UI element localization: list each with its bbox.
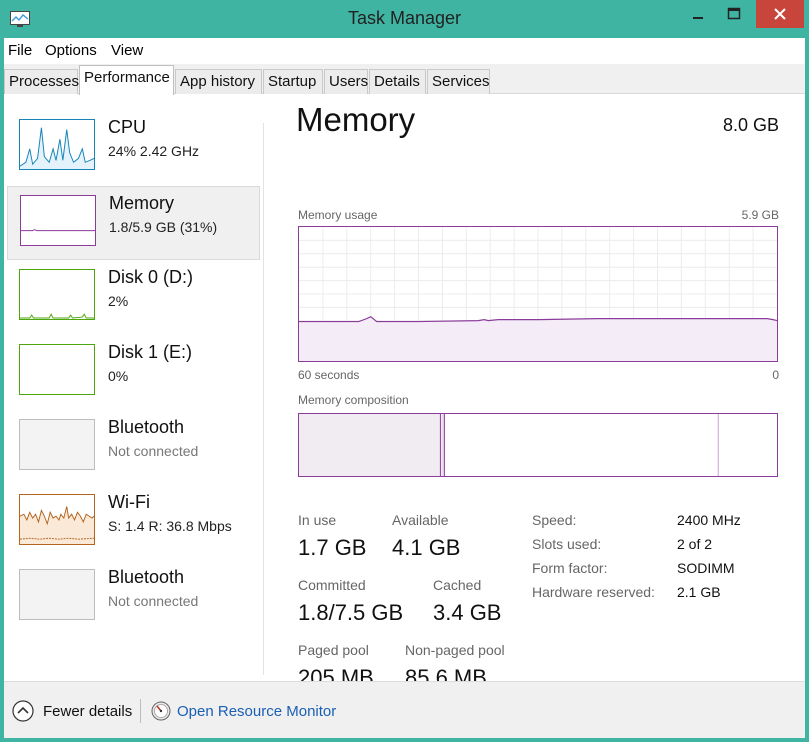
sidebar-item-subtext: 2%	[108, 293, 129, 309]
sidebar-item-subtext: 0%	[108, 368, 129, 384]
in-use-value: 1.7 GB	[298, 535, 367, 560]
title-bar[interactable]: Task Manager	[0, 0, 809, 38]
cpu-thumbnail-graph	[19, 119, 95, 170]
resource-monitor-icon	[151, 701, 171, 721]
menu-view[interactable]: View	[111, 42, 143, 59]
sidebar-item-memory[interactable]: Memory 1.8/5.9 GB (31%)	[7, 186, 260, 260]
speed-label: Speed:	[532, 512, 577, 528]
maximize-icon	[727, 7, 741, 20]
menu-bar: File Options View	[4, 38, 805, 64]
slots-used-label: Slots used:	[532, 536, 602, 552]
disk1-thumbnail-graph	[19, 344, 95, 395]
in-use-label: In use	[298, 512, 337, 528]
hardware-reserved-label: Hardware reserved:	[532, 584, 655, 600]
footer-bar: Fewer details Open Resource Monitor	[4, 681, 805, 738]
tab-bar: Processes Performance App history Startu…	[4, 64, 805, 95]
sidebar-item-bluetooth-1[interactable]: Bluetooth Not connected	[7, 411, 260, 485]
sidebar-item-label: Disk 0 (D:)	[108, 267, 193, 287]
sidebar-item-subtext: 1.8/5.9 GB (31%)	[109, 219, 218, 235]
sidebar-item-subtext: S: 1.4 R: 36.8 Mbps	[108, 518, 232, 534]
minimize-icon	[693, 17, 703, 19]
close-button[interactable]	[756, 0, 804, 28]
memory-thumbnail-graph	[20, 195, 96, 246]
committed-label: Committed	[298, 577, 366, 593]
cached-value: 3.4 GB	[433, 600, 502, 625]
available-value: 4.1 GB	[392, 535, 461, 560]
form-factor-label: Form factor:	[532, 560, 608, 576]
disk0-thumbnail-graph	[19, 269, 95, 320]
performance-panel: CPU 24% 2.42 GHz Memory 1.8/5.9 GB (31%)…	[4, 95, 805, 690]
sidebar-item-wifi[interactable]: Wi-Fi S: 1.4 R: 36.8 Mbps	[7, 486, 260, 560]
close-icon	[774, 8, 786, 20]
sidebar-item-label: Disk 1 (E:)	[108, 342, 193, 362]
speed-value: 2400 MHz	[677, 512, 741, 528]
memory-composition-bar[interactable]	[298, 413, 778, 477]
page-title: Memory	[296, 101, 416, 138]
client-area: File Options View Processes Performance …	[4, 38, 805, 738]
tab-details[interactable]: Details	[369, 69, 426, 94]
sidebar-item-cpu[interactable]: CPU 24% 2.42 GHz	[7, 111, 260, 185]
non-paged-pool-label: Non-paged pool	[405, 642, 505, 658]
tab-startup[interactable]: Startup	[263, 69, 323, 94]
sidebar-item-label: CPU	[108, 117, 147, 137]
wifi-thumbnail-graph	[19, 494, 95, 545]
sidebar-item-disk0[interactable]: Disk 0 (D:) 2%	[7, 261, 260, 335]
minimize-button[interactable]	[680, 0, 716, 28]
menu-options[interactable]: Options	[45, 42, 97, 59]
sidebar-item-label: Memory	[109, 193, 175, 213]
sidebar-item-subtext: Not connected	[108, 443, 199, 459]
memory-total: 8.0 GB	[722, 115, 779, 135]
slots-used-value: 2 of 2	[677, 536, 713, 552]
tab-users[interactable]: Users	[324, 69, 368, 94]
tab-processes[interactable]: Processes	[4, 69, 79, 94]
open-resource-monitor-link[interactable]: Open Resource Monitor	[177, 703, 336, 720]
tab-app-history[interactable]: App history	[175, 69, 262, 94]
graph-time-right: 0	[772, 368, 779, 382]
sidebar-divider[interactable]	[263, 123, 264, 675]
memory-usage-graph	[298, 226, 778, 362]
sidebar-item-disk1[interactable]: Disk 1 (E:) 0%	[7, 336, 260, 410]
graph-time-left: 60 seconds	[298, 368, 360, 382]
fewer-details-button[interactable]: Fewer details	[43, 703, 132, 720]
available-label: Available	[392, 512, 449, 528]
tab-performance[interactable]: Performance	[79, 65, 174, 95]
sidebar-item-label: Bluetooth	[108, 417, 185, 437]
sidebar-item-bluetooth-2[interactable]: Bluetooth Not connected	[7, 561, 260, 635]
menu-file[interactable]: File	[8, 42, 32, 59]
memory-usage-max: 5.9 GB	[741, 208, 779, 222]
sidebar-item-subtext: Not connected	[108, 593, 199, 609]
bluetooth-thumbnail	[19, 569, 95, 620]
sidebar-item-label: Wi-Fi	[108, 492, 150, 512]
committed-value: 1.8/7.5 GB	[298, 600, 404, 625]
task-manager-window: Task Manager File Options View Processes…	[0, 0, 809, 742]
bluetooth-thumbnail	[19, 419, 95, 470]
memory-usage-label: Memory usage	[298, 208, 378, 222]
tab-services[interactable]: Services	[427, 69, 490, 94]
paged-pool-label: Paged pool	[298, 642, 369, 658]
hardware-reserved-value: 2.1 GB	[677, 584, 721, 600]
memory-composition-label: Memory composition	[298, 393, 409, 407]
maximize-button[interactable]	[716, 0, 752, 28]
form-factor-value: SODIMM	[677, 560, 735, 576]
sidebar-item-subtext: 24% 2.42 GHz	[108, 143, 200, 159]
sidebar-item-label: Bluetooth	[108, 567, 185, 587]
chevron-up-icon[interactable]	[12, 700, 34, 722]
footer-separator	[140, 699, 141, 723]
cached-label: Cached	[433, 577, 482, 593]
